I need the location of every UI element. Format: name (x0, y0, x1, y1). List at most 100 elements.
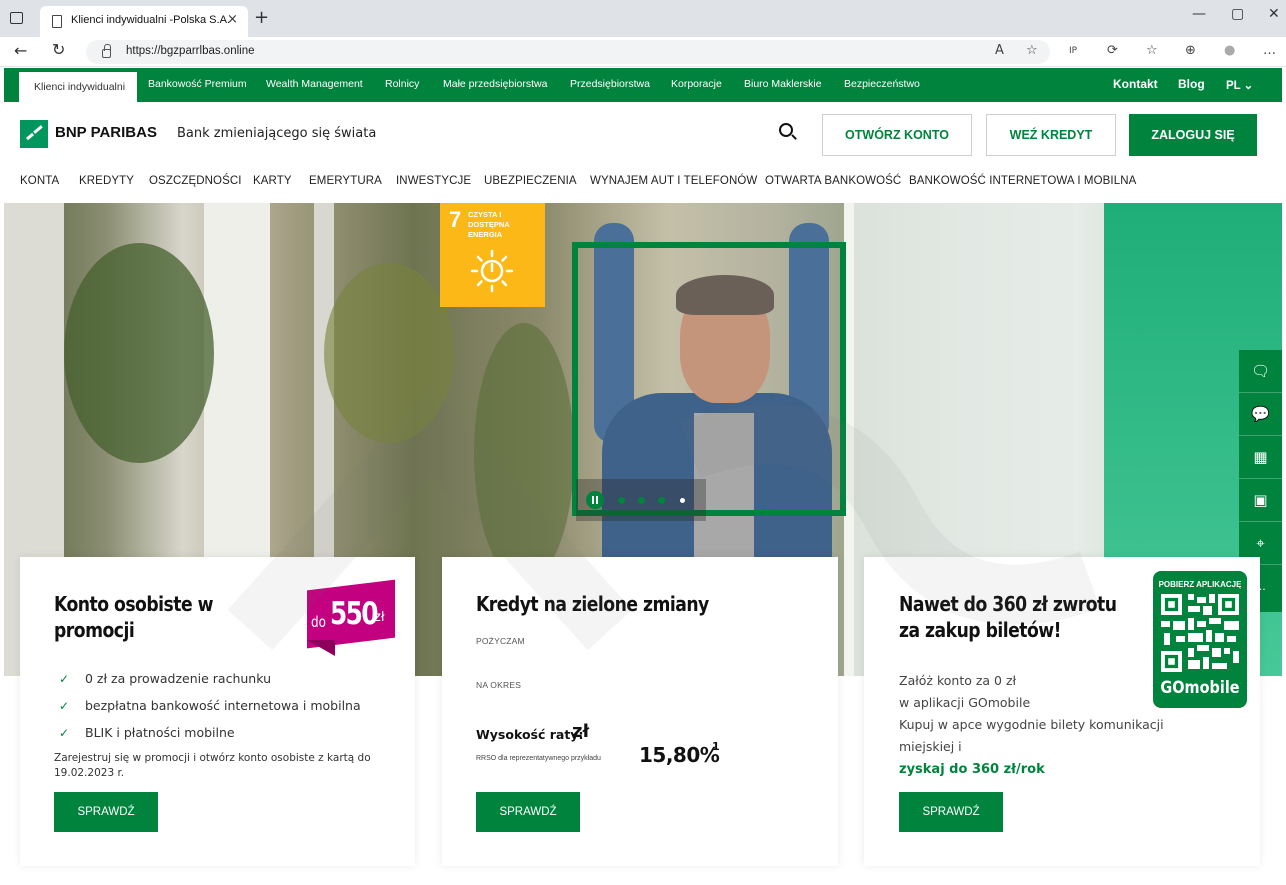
segment-wealth[interactable]: Wealth Management (266, 78, 363, 90)
profile-icon[interactable]: ● (1224, 43, 1235, 58)
promo-unit: zł (374, 610, 385, 625)
language-select[interactable]: PL ⌄ (1226, 78, 1253, 92)
more-icon[interactable]: … (1263, 43, 1276, 58)
foliage (64, 243, 214, 463)
take-loan-button[interactable]: WEŹ KREDYT (986, 114, 1116, 156)
brand-logo-text[interactable]: BNP PARIBAS (55, 124, 157, 141)
reload-button[interactable]: ↻ (52, 40, 65, 59)
close-window-button[interactable]: ✕ (1268, 6, 1280, 22)
collections-icon[interactable]: ⊕ (1185, 43, 1196, 58)
sun-power-icon (470, 249, 514, 293)
login-button[interactable]: ZALOGUJ SIĘ (1129, 114, 1257, 156)
nav-pension[interactable]: EMERYTURA (309, 175, 382, 187)
carousel-dot[interactable] (680, 498, 685, 503)
card-title: za zakup biletów! (899, 618, 1062, 642)
rrso-label: RRSO dla reprezentatywnego przykładu (476, 755, 601, 762)
back-button[interactable]: ← (14, 41, 27, 60)
pause-icon[interactable] (586, 491, 604, 509)
address-field[interactable]: https://bgzparrlbas.online (86, 40, 1050, 64)
segment-small-business[interactable]: Małe przedsiębiorstwa (443, 78, 547, 90)
blog-link[interactable]: Blog (1178, 77, 1205, 91)
check-button[interactable]: SPRAWDŹ (54, 792, 158, 832)
tab-actions-icon[interactable] (10, 12, 23, 24)
foliage (474, 323, 574, 583)
benefit-item: bezpłatna bankowość internetowa i mobiln… (85, 698, 361, 713)
check-button[interactable]: SPRAWDŹ (899, 792, 1003, 832)
check-button[interactable]: SPRAWDŹ (476, 792, 580, 832)
segment-farmers[interactable]: Rolnicy (385, 78, 419, 90)
nav-loans[interactable]: KREDYTY (79, 175, 134, 187)
lock-icon[interactable] (102, 44, 111, 58)
card-title: Konto osobiste w (54, 592, 213, 616)
tab-close-icon[interactable]: × (227, 12, 238, 27)
segment-brokerage[interactable]: Biuro Maklerskie (744, 78, 822, 90)
calendar-icon[interactable]: ▦ (1239, 436, 1282, 479)
segment-corporations[interactable]: Korporacje (671, 78, 722, 90)
bnp-logo-icon[interactable] (20, 120, 48, 148)
tab-title: Klienci indywidualni -Polska S.A. (71, 14, 230, 26)
minimize-button[interactable]: — (1192, 6, 1206, 22)
nav-online-banking[interactable]: BANKOWOŚĆ INTERNETOWA I MOBILNA (909, 175, 1136, 187)
promo-value: 550 (330, 596, 379, 632)
nav-rentals[interactable]: WYNAJEM AUT I TELEFONÓW (590, 175, 757, 187)
maximize-button[interactable]: ▢ (1231, 6, 1244, 22)
rrso-value: 15,80% (639, 743, 720, 767)
sdg-badge: 7 CZYSTA I DOSTĘPNA ENERGIA (440, 203, 545, 307)
favorites-icon[interactable]: ☆ (1146, 43, 1158, 58)
nav-savings[interactable]: OSZCZĘDNOŚCI (149, 175, 242, 187)
segment-business[interactable]: Przedsiębiorstwa (570, 78, 650, 90)
nav-accounts[interactable]: KONTA (20, 175, 59, 187)
carousel-controls (576, 479, 706, 521)
promo-note: Zarejestruj się w promocji i otwórz kont… (54, 752, 371, 764)
open-account-button[interactable]: OTWÓRZ KONTO (822, 114, 972, 156)
nav-insurance[interactable]: UBEZPIECZENIA (484, 175, 577, 187)
feedback-icon[interactable]: 💬 (1239, 393, 1282, 436)
read-aloud-icon[interactable]: A (995, 43, 1004, 58)
card-title: Kredyt na zielone zmiany (476, 592, 709, 616)
offer-highlight: zyskaj do 360 zł/rok (899, 762, 1045, 777)
segment-premium[interactable]: Bankowość Premium (148, 78, 247, 90)
hero-green-frame (572, 242, 846, 516)
url-text: https://bgzparrlbas.online (126, 45, 255, 57)
new-tab-button[interactable]: + (254, 7, 269, 28)
rrso-footnote[interactable]: 1 (712, 740, 720, 753)
gomobile-qr-badge[interactable]: POBIERZ APLIKACJĘ GOmobile (1153, 571, 1247, 708)
sdg-title: CZYSTA I DOSTĘPNA ENERGIA (468, 210, 510, 239)
promo-prefix: do (311, 613, 326, 631)
contact-card-icon[interactable]: ▣ (1239, 479, 1282, 522)
favorite-add-icon[interactable]: ☆ (1026, 43, 1038, 58)
foliage (324, 263, 454, 443)
chat-icon[interactable]: 🗨 (1239, 350, 1282, 393)
segment-individual[interactable]: Klienci indywidualni (19, 72, 138, 102)
search-icon[interactable] (779, 123, 793, 137)
carousel-dot[interactable] (658, 497, 665, 504)
segment-bar: Klienci indywidualni Bankowość Premium W… (4, 68, 1282, 102)
carousel-dot[interactable] (618, 497, 625, 504)
segment-security[interactable]: Bezpieczeństwo (844, 78, 920, 90)
promo-note-date: 19.02.2023 r. (54, 767, 125, 779)
nav-investments[interactable]: INWESTYCJE (396, 175, 471, 187)
ip-icon[interactable]: IP (1069, 46, 1077, 56)
nav-open-banking[interactable]: OTWARTA BANKOWOŚĆ (765, 175, 901, 187)
browser-tab[interactable]: Klienci indywidualni -Polska S.A. × (40, 6, 248, 37)
page-icon (52, 15, 62, 28)
promo-badge-tail (307, 640, 335, 656)
check-icon: ✓ (59, 672, 70, 686)
benefit-item: BLIK i płatności mobilne (85, 725, 235, 740)
nav-cards[interactable]: KARTY (253, 175, 292, 187)
qr-caption: POBIERZ APLIKACJĘ (1158, 580, 1242, 589)
extensions-icon[interactable]: ⟳ (1107, 43, 1118, 58)
benefit-item: 0 zł za prowadzenie rachunku (85, 671, 271, 686)
period-label: NA OKRES (476, 680, 522, 690)
main-nav: KONTA KREDYTY OSZCZĘDNOŚCI KARTY EMERYTU… (0, 175, 1286, 191)
qr-code-icon (1161, 594, 1239, 672)
offer-line: w aplikacji GOmobile (899, 695, 1031, 710)
card-title: Nawet do 360 zł zwrotu (899, 592, 1117, 616)
qr-brand: GOmobile (1160, 678, 1240, 698)
offer-line: Załóż konto za 0 zł (899, 673, 1017, 688)
card-title: promocji (54, 618, 135, 642)
offer-line: miejskiej i (899, 739, 962, 754)
contact-link[interactable]: Kontakt (1113, 77, 1158, 91)
installment-unit: zł (572, 721, 590, 742)
carousel-dot[interactable] (638, 497, 645, 504)
